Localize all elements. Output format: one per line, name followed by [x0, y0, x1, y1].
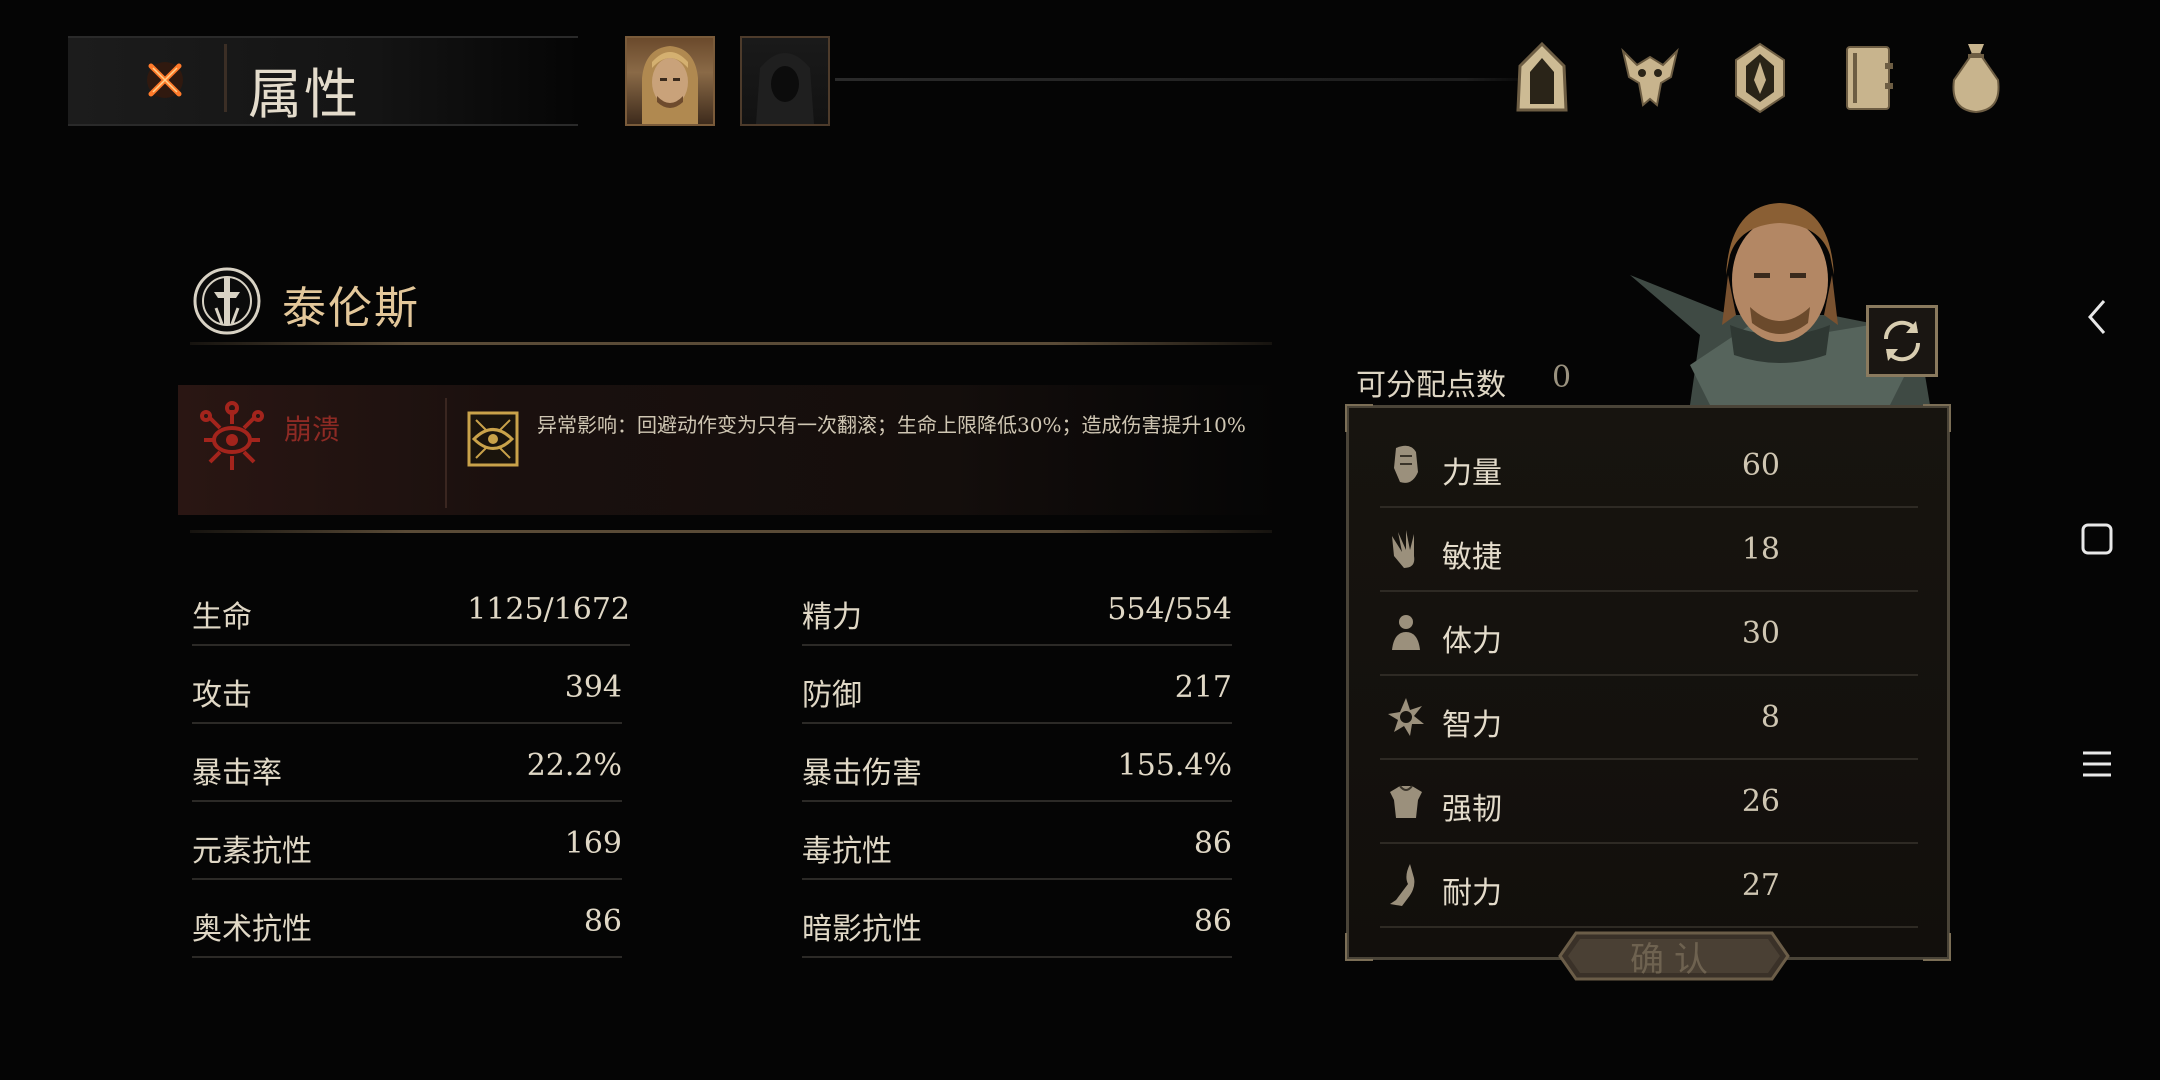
stat-label: 生命	[192, 600, 252, 635]
close-button[interactable]	[134, 52, 196, 108]
hood-menu-button[interactable]	[1500, 36, 1584, 120]
attribute-label: 智力	[1442, 708, 1502, 743]
stat-row: 元素抗性 169	[192, 808, 622, 880]
attribute-label: 耐力	[1442, 876, 1502, 911]
attribute-label: 力量	[1442, 456, 1502, 491]
body-icon	[1392, 615, 1420, 650]
stat-value: 86	[583, 904, 622, 939]
effect-eye-icon	[467, 411, 519, 467]
stat-value: 86	[1193, 904, 1232, 939]
debuff-name: 崩溃	[284, 413, 341, 446]
stat-label: 奥术抗性	[192, 912, 312, 947]
attribute-row-strength[interactable]: 力量 60	[1380, 422, 1918, 508]
stat-row: 奥术抗性 86	[192, 886, 622, 958]
attribute-value: 60	[1741, 448, 1780, 483]
points-label: 可分配点数	[1356, 368, 1506, 403]
journal-menu-button[interactable]	[1826, 36, 1910, 120]
stat-label: 元素抗性	[192, 834, 312, 869]
stat-label: 暴击率	[192, 756, 282, 791]
attribute-row-intelligence[interactable]: 智力 8	[1380, 674, 1918, 760]
hood-icon	[1516, 41, 1568, 112]
eye-sigil-icon	[200, 401, 264, 470]
leg-icon	[1390, 864, 1415, 906]
page-title: 属性	[248, 63, 360, 126]
stat-row: 攻击 394	[192, 652, 622, 724]
square-icon	[2081, 523, 2113, 555]
attribute-row-vitality[interactable]: 体力 30	[1380, 590, 1918, 676]
attribute-value: 8	[1760, 700, 1780, 735]
chevron-left-icon	[2088, 300, 2106, 334]
stat-row: 毒抗性 86	[802, 808, 1232, 880]
confirm-label: 确认	[1630, 939, 1718, 980]
stat-value: 394	[564, 670, 622, 705]
character-portrait-icon	[642, 46, 698, 124]
refresh-button[interactable]	[1866, 305, 1938, 377]
header-line	[835, 78, 1535, 81]
panel-corner	[1923, 404, 1951, 432]
fist-icon	[1394, 445, 1418, 483]
stat-label: 精力	[802, 600, 862, 635]
attribute-value: 30	[1741, 616, 1780, 651]
debuff-divider	[190, 530, 1272, 533]
attribute-row-toughness[interactable]: 强韧 26	[1380, 758, 1918, 844]
stat-value: 169	[564, 826, 622, 861]
hand-icon	[1392, 530, 1415, 568]
menu-icon	[2083, 751, 2111, 777]
refresh-icon	[1883, 320, 1921, 362]
class-emblem-icon	[193, 267, 261, 335]
armor-icon	[1390, 785, 1422, 818]
debuff-panel	[178, 385, 1278, 515]
close-icon	[147, 62, 183, 98]
debuff-separator	[445, 398, 447, 508]
attribute-value: 18	[1741, 532, 1780, 567]
stat-label: 暗影抗性	[802, 912, 922, 947]
panel-corner	[1345, 933, 1373, 961]
attribute-label: 敏捷	[1442, 540, 1502, 575]
crest-menu-button[interactable]	[1718, 36, 1802, 120]
system-home-button[interactable]	[2070, 512, 2124, 566]
attribute-row-agility[interactable]: 敏捷 18	[1380, 506, 1918, 592]
beast-skull-icon	[1621, 47, 1679, 107]
character-tab-1[interactable]	[625, 36, 715, 126]
stat-label: 暴击伤害	[802, 756, 922, 791]
stat-label: 防御	[802, 678, 862, 713]
confirm-button[interactable]: 确认	[1558, 925, 1790, 987]
name-divider	[190, 342, 1272, 345]
stat-row: 暗影抗性 86	[802, 886, 1232, 958]
stat-value: 22.2%	[526, 748, 622, 783]
burst-icon	[1388, 698, 1424, 736]
attribute-row-endurance[interactable]: 耐力 27	[1380, 842, 1918, 928]
stat-value: 1125/1672	[467, 592, 630, 627]
beast-menu-button[interactable]	[1608, 36, 1692, 120]
attribute-label: 强韧	[1442, 792, 1502, 827]
stat-value: 217	[1174, 670, 1232, 705]
attribute-value: 27	[1741, 868, 1780, 903]
stat-value: 554/554	[1107, 592, 1232, 627]
points-value: 0	[1552, 360, 1572, 395]
stat-row: 精力 554/554	[802, 574, 1232, 646]
attribute-value: 26	[1741, 784, 1780, 819]
stat-value: 86	[1193, 826, 1232, 861]
stat-row: 防御 217	[802, 652, 1232, 724]
stat-label: 攻击	[192, 678, 252, 713]
pouch-icon	[1952, 44, 2000, 114]
stat-value: 155.4%	[1117, 748, 1232, 783]
panel-corner	[1923, 933, 1951, 961]
bag-menu-button[interactable]	[1934, 36, 2018, 120]
debuff-description: 异常影响：回避动作变为只有一次翻滚；生命上限降低30%；造成伤害提升10%	[537, 413, 1246, 437]
system-back-button[interactable]	[2070, 290, 2124, 344]
system-menu-button[interactable]	[2070, 737, 2124, 791]
character-name: 泰伦斯	[282, 283, 420, 334]
stat-label: 毒抗性	[802, 834, 892, 869]
stat-row: 生命 1125/1672	[192, 574, 630, 646]
hooded-portrait-icon	[756, 53, 814, 124]
stat-row: 暴击率 22.2%	[192, 730, 622, 802]
panel-corner	[1345, 404, 1373, 432]
stat-row: 暴击伤害 155.4%	[802, 730, 1232, 802]
book-icon	[1846, 46, 1893, 110]
attribute-label: 体力	[1442, 624, 1502, 659]
header-divider	[224, 44, 227, 112]
character-tab-2[interactable]	[740, 36, 830, 126]
crest-icon	[1735, 42, 1785, 114]
